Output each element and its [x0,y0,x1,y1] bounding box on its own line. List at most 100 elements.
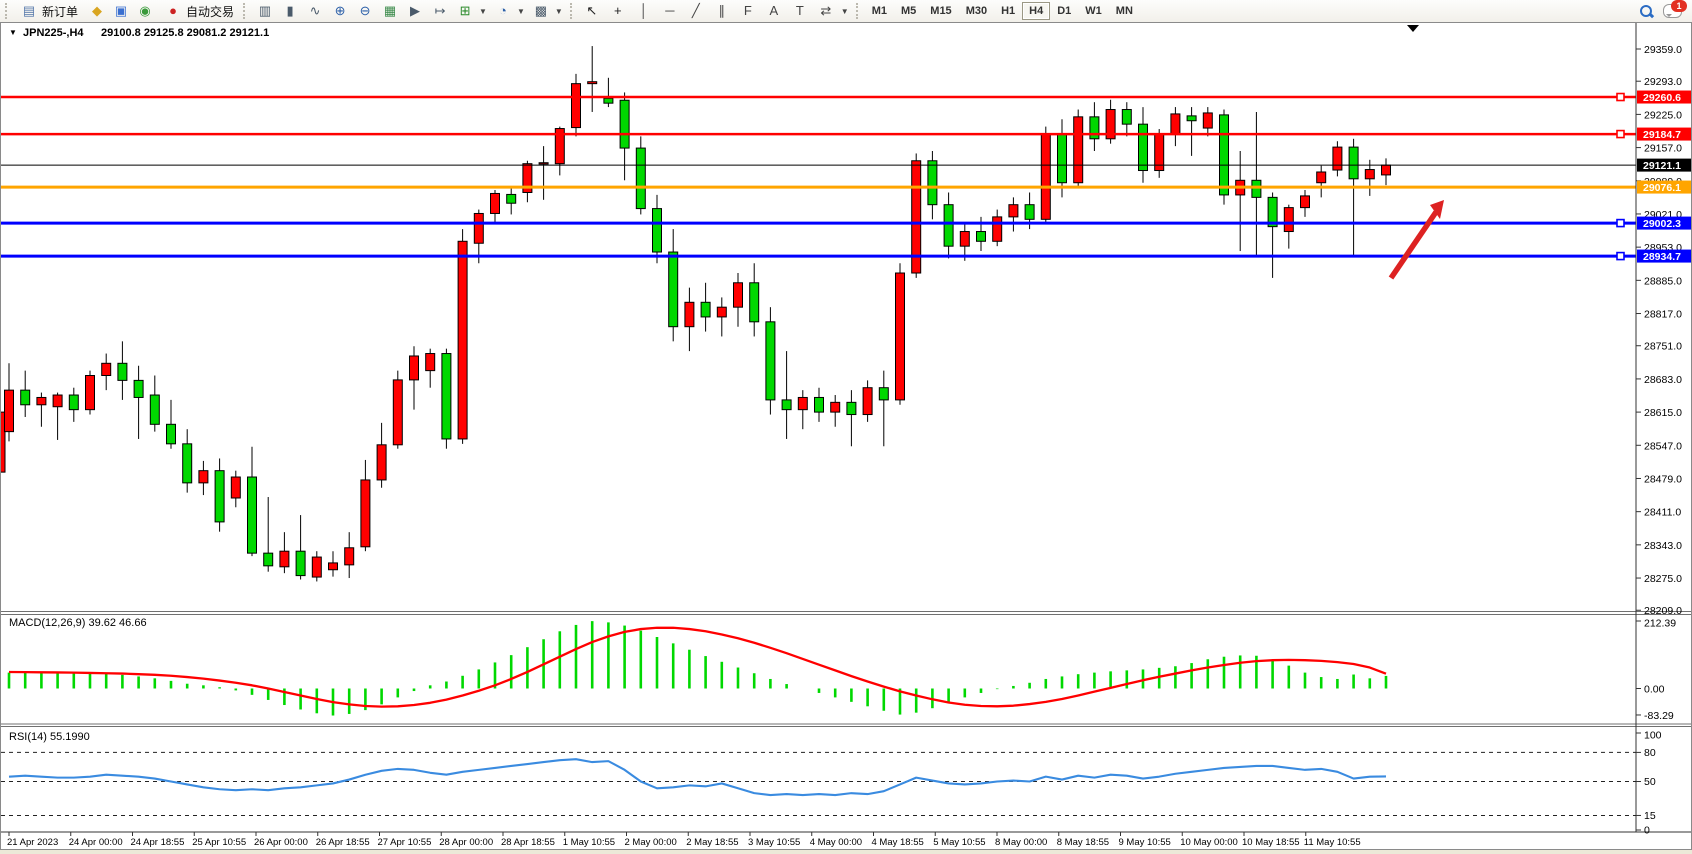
autotrading-icon: ● [164,2,182,20]
chart-window[interactable]: 29359.029293.029225.029157.029089.029021… [0,22,1692,850]
svg-text:29225.0: 29225.0 [1644,109,1682,121]
shapes-icon[interactable]: ⇄ [817,2,835,20]
candlestick-chart-icon[interactable]: ▮ [281,2,299,20]
zoom-out-icon[interactable]: ⊖ [356,2,374,20]
text-icon[interactable]: A [765,2,783,20]
line-marker[interactable] [1617,131,1624,138]
candles-layer [1,46,1391,581]
horizontal-lines-layer[interactable] [1,94,1636,260]
notification-badge: 1 [1671,0,1687,12]
chart-title-symbol: JPN225-,H4 [23,27,84,39]
timeframe-h4-button[interactable]: H4 [1022,2,1050,20]
chart-canvas[interactable]: 29359.029293.029225.029157.029089.029021… [1,23,1691,849]
market-watch-icon[interactable]: ◆ [88,2,106,20]
time-axis[interactable]: 21 Apr 202324 Apr 00:0024 Apr 18:5525 Ap… [7,832,1361,848]
timeframe-buttons: M1M5M15M30H1H4D1W1MN [865,2,1140,20]
timeframe-m15-button[interactable]: M15 [923,2,958,20]
trendline-icon[interactable]: ╱ [687,2,705,20]
crosshair-icon[interactable]: + [609,2,627,20]
timeframe-w1-button[interactable]: W1 [1078,2,1109,20]
bar-chart-icon[interactable]: ▥ [256,2,274,20]
timeframe-m1-button[interactable]: M1 [865,2,894,20]
line-marker[interactable] [1617,220,1624,227]
toolbar-grip[interactable] [243,3,248,19]
toolbar-grip[interactable] [570,3,575,19]
svg-text:28 Apr 00:00: 28 Apr 00:00 [439,837,493,848]
zoom-in-icon[interactable]: ⊕ [331,2,349,20]
search-icon[interactable] [1640,5,1653,18]
vertical-line-icon[interactable]: │ [635,2,653,20]
toolbar-left-icons: ◆ ▣ ◉ [88,2,154,20]
periods-clock-caret-icon[interactable]: ▼ [517,7,525,16]
svg-text:29293.0: 29293.0 [1644,76,1682,88]
svg-text:29260.6: 29260.6 [1643,92,1681,104]
timeframe-d1-button[interactable]: D1 [1050,2,1078,20]
svg-text:0.00: 0.00 [1644,684,1665,696]
line-marker[interactable] [1617,253,1624,260]
symbol-dropdown-icon[interactable]: ▼ [9,28,17,37]
svg-text:3 May 10:55: 3 May 10:55 [748,837,800,848]
new-order-button[interactable]: ▤ 新订单 [14,0,84,22]
svg-text:0: 0 [1644,825,1650,837]
toolbar-grip[interactable] [5,3,10,19]
line-chart-icon[interactable]: ∿ [306,2,324,20]
svg-text:25 Apr 10:55: 25 Apr 10:55 [192,837,246,848]
svg-text:10 May 18:55: 10 May 18:55 [1242,837,1300,848]
svg-text:28683.0: 28683.0 [1644,374,1682,386]
horizontal-line-icon[interactable]: ─ [661,2,679,20]
timeframe-mn-button[interactable]: MN [1109,2,1140,20]
svg-text:28817.0: 28817.0 [1644,309,1682,321]
autotrading-label: 自动交易 [186,3,234,20]
panel-frames [1,23,1691,832]
shapes-caret-icon[interactable]: ▼ [841,7,849,16]
svg-text:5 May 10:55: 5 May 10:55 [933,837,985,848]
toolbar-grip[interactable] [856,3,861,19]
svg-text:28411.0: 28411.0 [1644,507,1681,519]
arrow-annotation[interactable] [1391,200,1444,278]
auto-scroll-icon[interactable]: ▶ [406,2,424,20]
toolbar-chart-tools: ▥ ▮ ∿ ⊕ ⊖ ▦ ▶ ↦ ⊞ ▼ ◔ ▼ ▩ ▼ [256,2,563,20]
svg-text:29002.3: 29002.3 [1643,218,1681,230]
cursor-icon[interactable]: ↖ [583,2,601,20]
timeframe-m5-button[interactable]: M5 [894,2,923,20]
line-marker[interactable] [1617,94,1624,101]
svg-text:27 Apr 10:55: 27 Apr 10:55 [378,837,432,848]
notifications-icon[interactable]: 1 [1663,4,1682,18]
svg-text:28885.0: 28885.0 [1644,275,1682,287]
svg-text:24 Apr 18:55: 24 Apr 18:55 [131,837,185,848]
svg-text:28479.0: 28479.0 [1644,473,1682,485]
rsi-label: RSI(14) 55.1990 [9,731,90,743]
timeframe-m30-button[interactable]: M30 [959,2,994,20]
svg-text:26 Apr 18:55: 26 Apr 18:55 [316,837,370,848]
svg-text:29184.7: 29184.7 [1643,129,1681,141]
svg-text:28343.0: 28343.0 [1644,540,1682,552]
new-order-label: 新订单 [42,3,78,20]
channel-icon[interactable]: ∥ [713,2,731,20]
terminal-icon[interactable]: ▣ [112,2,130,20]
svg-text:8 May 18:55: 8 May 18:55 [1057,837,1109,848]
templates-icon[interactable]: ▩ [532,2,550,20]
macd-label: MACD(12,26,9) 39.62 46.66 [9,617,147,629]
tile-windows-icon[interactable]: ▦ [381,2,399,20]
main-toolbar: ▤ 新订单 ◆ ▣ ◉ ● 自动交易 ▥ ▮ ∿ ⊕ ⊖ ▦ ▶ ↦ ⊞ ▼ ◔ ▼ ▩ ▼ ↖ + │ ─ ╱ ∥ FA… [0,0,1692,23]
chart-shift-marker[interactable] [1407,25,1419,32]
svg-text:4 May 18:55: 4 May 18:55 [872,837,924,848]
svg-text:21 Apr 2023: 21 Apr 2023 [7,837,58,848]
timeframe-h1-button[interactable]: H1 [994,2,1022,20]
chart-shift-icon[interactable]: ↦ [431,2,449,20]
svg-text:2 May 18:55: 2 May 18:55 [686,837,738,848]
svg-text:28934.7: 28934.7 [1643,251,1681,263]
indicators-icon[interactable]: ⊞ [456,2,474,20]
autotrading-button[interactable]: ● 自动交易 [158,0,240,22]
periods-clock-icon[interactable]: ◔ [494,2,512,20]
label-icon[interactable]: T [791,2,809,20]
svg-text:-83.29: -83.29 [1644,710,1674,722]
signals-icon[interactable]: ◉ [136,2,154,20]
indicators-caret-icon[interactable]: ▼ [479,7,487,16]
templates-caret-icon[interactable]: ▼ [555,7,563,16]
svg-text:28547.0: 28547.0 [1644,440,1682,452]
svg-text:100: 100 [1644,730,1662,742]
svg-text:29121.1: 29121.1 [1643,160,1681,172]
fibonacci-icon[interactable]: F [739,2,757,20]
svg-text:29157.0: 29157.0 [1644,143,1682,155]
